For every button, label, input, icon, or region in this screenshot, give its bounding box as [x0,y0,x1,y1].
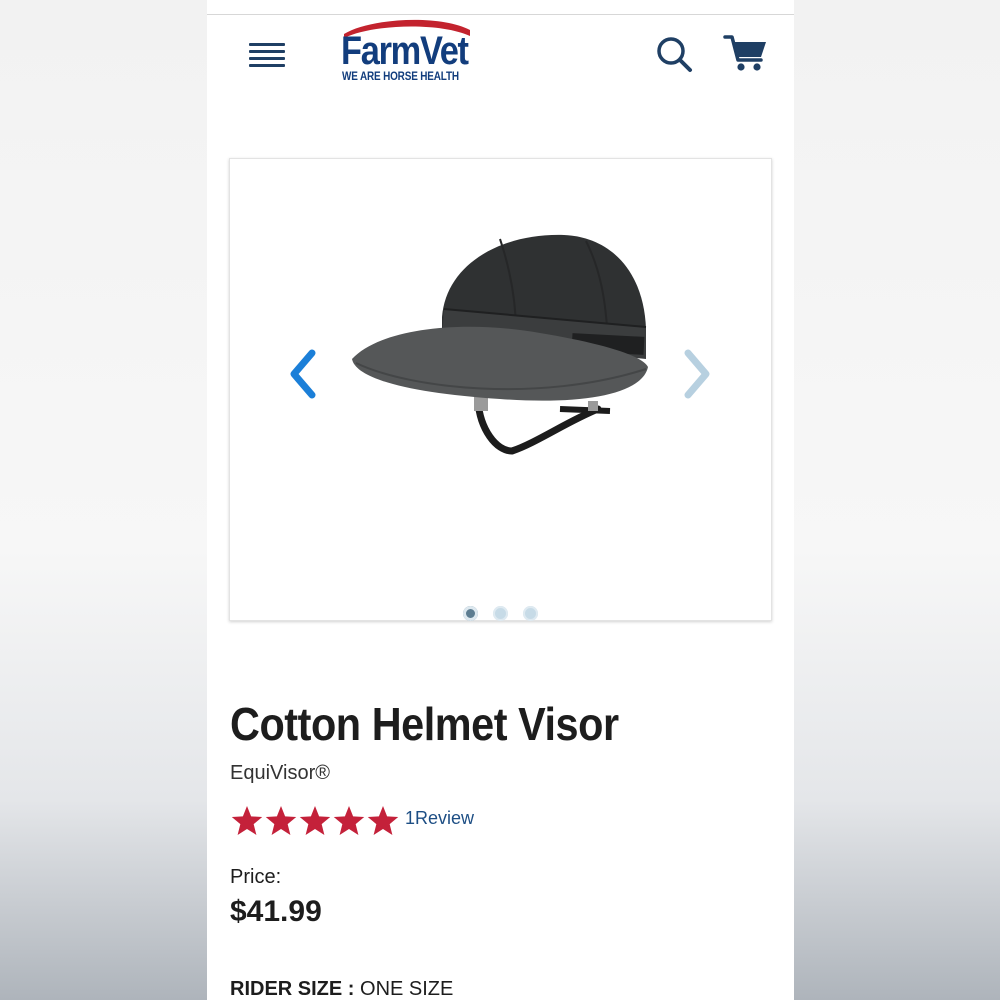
farmvet-logo[interactable]: FarmVet WE ARE HORSE HEALTH [340,16,472,86]
product-image [352,234,648,455]
star-icon [231,806,263,835]
star-icon [333,806,365,835]
logo-tagline: WE ARE HORSE HEALTH [342,69,459,83]
search-icon [657,37,692,72]
carousel-dot-1[interactable] [463,606,478,621]
menu-icon-bar [249,57,285,60]
review-count-link[interactable]: 1Review [405,808,474,829]
price-value: $41.99 [230,895,322,928]
carousel-dot-3[interactable] [523,606,538,621]
menu-icon-bar [249,50,285,53]
menu-icon [249,43,285,46]
carousel-indicators [230,606,773,622]
top-divider [207,14,794,15]
mobile-viewport: FarmVet WE ARE HORSE HEALTH Cotton Helme… [207,0,794,1000]
star-icon [299,806,331,835]
star-icon [367,806,399,835]
rating-stars[interactable] [230,804,400,838]
price-label: Price: [230,866,282,888]
logo-wordmark: FarmVet [341,29,469,73]
rider-size-value: ONE SIZE [360,978,454,1000]
product-brand: EquiVisor® [230,762,330,784]
carousel-dot-2[interactable] [493,606,508,621]
chevron-right-icon[interactable] [678,349,714,399]
chevron-left-icon[interactable] [286,349,322,399]
product-title: Cotton Helmet Visor [230,698,619,750]
cart-icon [723,35,766,71]
rider-size-label: RIDER SIZE : [230,978,355,1000]
rider-size-row: RIDER SIZE : ONE SIZE [230,978,453,1000]
product-image-carousel[interactable] [229,158,772,621]
star-icon [265,806,297,835]
cart-button[interactable] [723,33,769,73]
menu-button[interactable] [247,40,287,72]
search-button[interactable] [654,34,694,74]
menu-icon-bar [249,64,285,67]
